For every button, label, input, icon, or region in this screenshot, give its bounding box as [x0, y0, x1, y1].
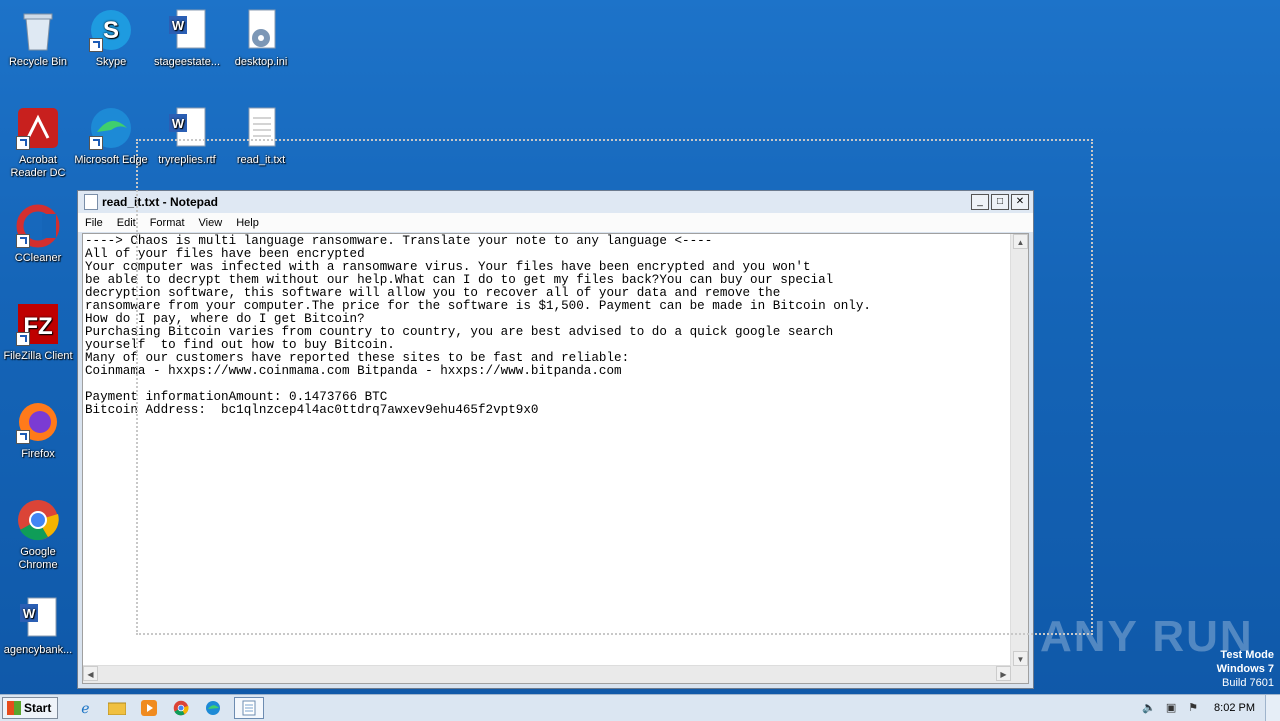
menu-file[interactable]: File — [78, 217, 110, 229]
desktop-icon-label: stageestate... — [153, 56, 221, 68]
clock[interactable]: 8:02 PM — [1204, 702, 1265, 714]
maximize-button[interactable]: □ — [991, 194, 1009, 210]
word-document-icon: W — [165, 8, 209, 52]
volume-icon[interactable]: 🔈 — [1141, 701, 1157, 715]
close-button[interactable]: ✕ — [1011, 194, 1029, 210]
chrome-icon — [16, 498, 60, 542]
desktop-icon-label: Microsoft Edge — [74, 154, 148, 166]
action-center-flag-icon[interactable]: ⚑ — [1185, 701, 1201, 715]
menu-edit[interactable]: Edit — [110, 217, 143, 229]
firefox-icon — [16, 400, 60, 444]
desktop-icon-skype[interactable]: S Skype — [73, 8, 149, 69]
windows-version-line: Windows 7 — [1216, 663, 1274, 675]
edge-taskbar-icon[interactable] — [202, 698, 224, 718]
desktop-icon-read-it[interactable]: read_it.txt — [223, 106, 299, 167]
notepad-taskbar-icon[interactable] — [234, 697, 265, 719]
window-title: read_it.txt - Notepad — [102, 195, 219, 209]
vertical-scrollbar[interactable]: ▲ ▼ — [1010, 234, 1028, 666]
menu-view[interactable]: View — [192, 217, 230, 229]
desktop-icon-tryreplies[interactable]: W tryreplies.rtf — [149, 106, 225, 167]
scroll-down-arrow-icon[interactable]: ▼ — [1013, 651, 1028, 666]
filezilla-icon: FZ — [16, 302, 60, 346]
test-mode-line: Test Mode — [1220, 649, 1274, 661]
svg-text:W: W — [23, 606, 36, 621]
internet-explorer-icon[interactable]: ℯ — [74, 698, 96, 718]
svg-text:W: W — [172, 116, 185, 131]
desktop-icon-edge[interactable]: Microsoft Edge — [73, 106, 149, 167]
svg-text:S: S — [103, 17, 119, 44]
notepad-window[interactable]: read_it.txt - Notepad _ □ ✕ File Edit Fo… — [77, 190, 1034, 689]
taskbar: Start ℯ 🔈 ▣ ⚑ 8:02 PM — [0, 694, 1280, 721]
recycle-bin-icon — [16, 8, 60, 52]
desktop-icon-label: Acrobat Reader DC — [10, 154, 66, 179]
test-mode-notice: Test Mode Windows 7 Build 7601 — [1217, 648, 1274, 690]
start-label: Start — [24, 701, 52, 715]
chrome-taskbar-icon[interactable] — [170, 698, 192, 718]
desktop-icon-filezilla[interactable]: FZ FileZilla Client — [0, 302, 76, 363]
desktop-icon-desktop-ini[interactable]: desktop.ini — [223, 8, 299, 69]
desktop-icon-label: read_it.txt — [236, 154, 286, 166]
scroll-left-arrow-icon[interactable]: ◀ — [83, 666, 98, 681]
build-line: Build 7601 — [1222, 677, 1274, 689]
horizontal-scrollbar[interactable]: ◀ ▶ — [83, 665, 1011, 683]
document-text[interactable]: ----> Chaos is multi language ransomware… — [85, 235, 871, 417]
text-file-icon — [239, 106, 283, 150]
scroll-up-arrow-icon[interactable]: ▲ — [1013, 234, 1028, 249]
menu-help[interactable]: Help — [229, 217, 266, 229]
network-icon[interactable]: ▣ — [1163, 701, 1179, 715]
desktop-icon-chrome[interactable]: Google Chrome — [0, 498, 76, 572]
show-desktop-button[interactable] — [1265, 695, 1280, 721]
skype-icon: S — [89, 8, 133, 52]
desktop-icon-label: desktop.ini — [234, 56, 288, 68]
windows-logo-icon — [7, 701, 21, 715]
text-editor[interactable]: ----> Chaos is multi language ransomware… — [82, 233, 1029, 684]
desktop-icon-label: agencybank... — [3, 644, 73, 656]
menu-format[interactable]: Format — [143, 217, 192, 229]
desktop-icon-label: CCleaner — [14, 252, 62, 264]
desktop-icon-stageestate[interactable]: W stageestate... — [149, 8, 225, 69]
word-document-icon: W — [165, 106, 209, 150]
svg-text:W: W — [172, 18, 185, 33]
media-player-icon[interactable] — [138, 698, 160, 718]
desktop-icon-label: Recycle Bin — [8, 56, 68, 68]
menu-bar: File Edit Format View Help — [78, 213, 1033, 232]
desktop-icon-label: Firefox — [21, 448, 55, 460]
settings-file-icon — [239, 8, 283, 52]
ccleaner-icon — [16, 204, 60, 248]
desktop-icon-label: FileZilla Client — [3, 350, 73, 362]
desktop-icon-label: tryreplies.rtf — [158, 154, 216, 166]
desktop-icon-acrobat[interactable]: Acrobat Reader DC — [0, 106, 76, 180]
desktop-icon-firefox[interactable]: Firefox — [0, 400, 76, 461]
desktop-icon-label: Skype — [95, 56, 127, 68]
title-bar[interactable]: read_it.txt - Notepad _ □ ✕ — [78, 191, 1033, 213]
explorer-folder-icon[interactable] — [106, 698, 128, 718]
acrobat-icon — [16, 106, 60, 150]
scroll-right-arrow-icon[interactable]: ▶ — [996, 666, 1011, 681]
minimize-button[interactable]: _ — [971, 194, 989, 210]
start-button[interactable]: Start — [2, 697, 59, 719]
notepad-icon — [84, 194, 98, 210]
word-document-icon: W — [16, 596, 60, 640]
desktop-icon-agencybank[interactable]: W agencybank... — [0, 596, 76, 657]
edge-icon — [89, 106, 133, 150]
desktop-icon-label: Google Chrome — [18, 546, 58, 571]
desktop-icon-recycle-bin[interactable]: Recycle Bin — [0, 8, 76, 69]
resize-grip-icon[interactable] — [1011, 666, 1028, 683]
desktop-icon-ccleaner[interactable]: CCleaner — [0, 204, 76, 265]
system-tray: 🔈 ▣ ⚑ 8:02 PM — [1138, 695, 1280, 721]
